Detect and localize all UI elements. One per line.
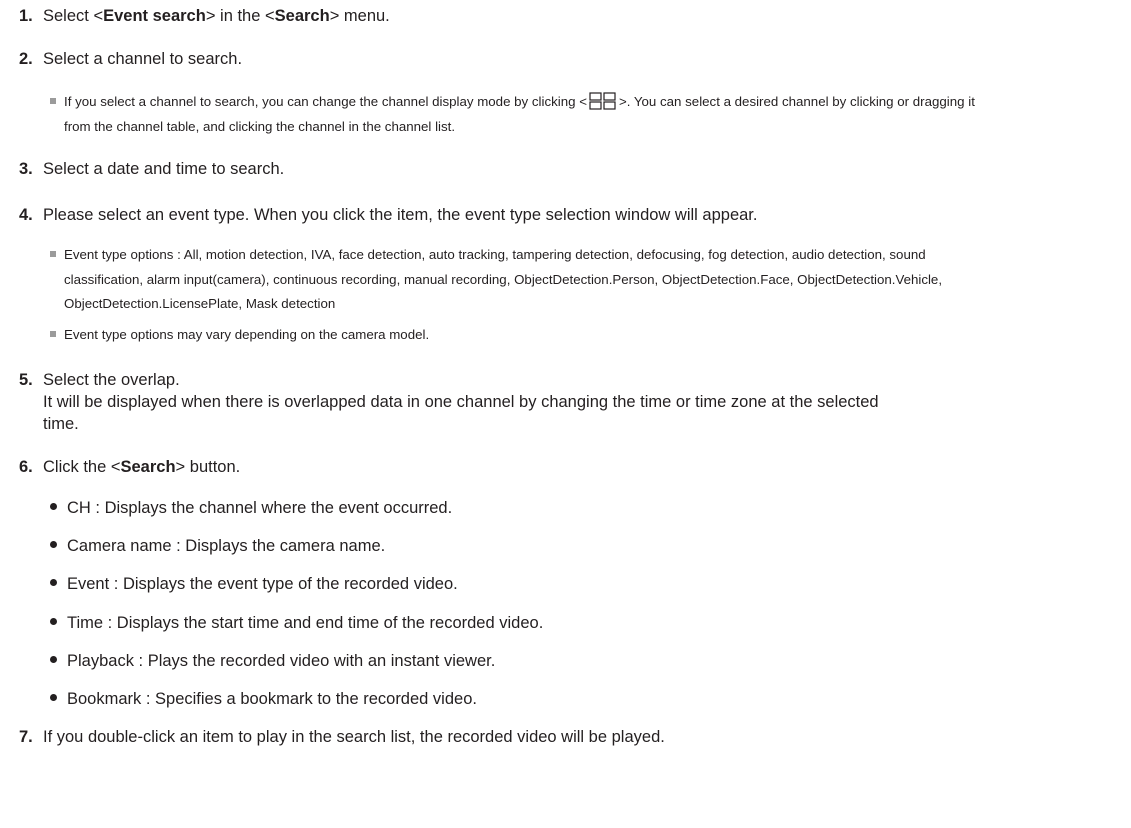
step-text: Select the overlap.: [43, 371, 180, 389]
step-5-cont: time.: [43, 415, 79, 433]
step-number: 5.: [19, 371, 33, 389]
note-event-types: Event type options : All, motion detecti…: [50, 245, 926, 265]
square-bullet-icon: [50, 98, 56, 104]
result-column-item: Bookmark : Specifies a bookmark to the r…: [50, 688, 477, 710]
round-bullet-icon: [50, 503, 57, 510]
result-column-item: Camera name : Displays the camera name.: [50, 535, 385, 557]
step-text: > in the <: [205, 7, 275, 25]
result-column-item: CH : Displays the channel where the even…: [50, 497, 452, 519]
square-bullet-icon: [50, 251, 56, 257]
note-event-types-cont: ObjectDetection.LicensePlate, Mask detec…: [64, 296, 336, 311]
note-text: >. You can select a desired channel by c…: [618, 94, 975, 109]
step-text: Select <: [43, 7, 104, 25]
menu-term: Search: [274, 7, 330, 25]
step-text: Click the <: [43, 458, 121, 476]
step-6: 6. Click the <Search> button.: [19, 456, 240, 478]
step-5: 5. Select the overlap.: [19, 369, 180, 391]
round-bullet-icon: [50, 541, 57, 548]
note-camera-model: Event type options may vary depending on…: [50, 325, 429, 345]
step-4: 4. Please select an event type. When you …: [19, 204, 757, 226]
step-number: 4.: [19, 206, 33, 224]
note-channel-display-cont: from the channel table, and clicking the…: [64, 119, 456, 134]
note-text: Event type options : All, motion detecti…: [64, 247, 926, 262]
step-number: 7.: [19, 728, 33, 746]
menu-term: Event search: [103, 7, 206, 25]
note-text: If you select a channel to search, you c…: [64, 94, 587, 109]
note-event-types-cont: classification, alarm input(camera), con…: [64, 272, 943, 287]
step-text: > menu.: [329, 7, 390, 25]
note-text: Event type options may vary depending on…: [64, 327, 430, 342]
step-text: Please select an event type. When you cl…: [43, 206, 758, 224]
step-number: 6.: [19, 458, 33, 476]
step-5-cont: It will be displayed when there is overl…: [43, 393, 879, 411]
bullet-text: Event : Displays the event type of the r…: [67, 575, 458, 593]
bullet-text: Camera name : Displays the camera name.: [67, 537, 386, 555]
step-text: > button.: [175, 458, 241, 476]
result-column-item: Time : Displays the start time and end t…: [50, 612, 543, 634]
step-1: 1. Select <Event search> in the <Search> …: [19, 5, 390, 27]
bullet-text: CH : Displays the channel where the even…: [67, 499, 453, 517]
bullet-text: Time : Displays the start time and end t…: [67, 614, 544, 632]
result-column-item: Playback : Plays the recorded video with…: [50, 650, 495, 672]
step-7: 7. If you double-click an item to play in…: [19, 726, 665, 748]
step-2: 2. Select a channel to search.: [19, 48, 242, 70]
result-column-item: Event : Displays the event type of the r…: [50, 573, 458, 595]
bullet-text: Playback : Plays the recorded video with…: [67, 652, 496, 670]
step-text: If you double-click an item to play in t…: [43, 728, 665, 746]
square-bullet-icon: [50, 331, 56, 337]
step-3: 3. Select a date and time to search.: [19, 158, 284, 180]
bullet-text: Bookmark : Specifies a bookmark to the r…: [67, 690, 477, 708]
round-bullet-icon: [50, 694, 57, 701]
round-bullet-icon: [50, 618, 57, 625]
button-term: Search: [120, 458, 176, 476]
step-text: Select a channel to search.: [43, 50, 243, 68]
step-text: Select a date and time to search.: [43, 160, 285, 178]
step-number: 3.: [19, 160, 33, 178]
round-bullet-icon: [50, 656, 57, 663]
grid-2x2-icon: [589, 92, 616, 110]
round-bullet-icon: [50, 579, 57, 586]
step-number: 1.: [19, 7, 33, 25]
step-number: 2.: [19, 50, 33, 68]
note-channel-display: If you select a channel to search, you c…: [50, 92, 975, 112]
manual-page: 1. Select <Event search> in the <Search> …: [0, 0, 1131, 828]
